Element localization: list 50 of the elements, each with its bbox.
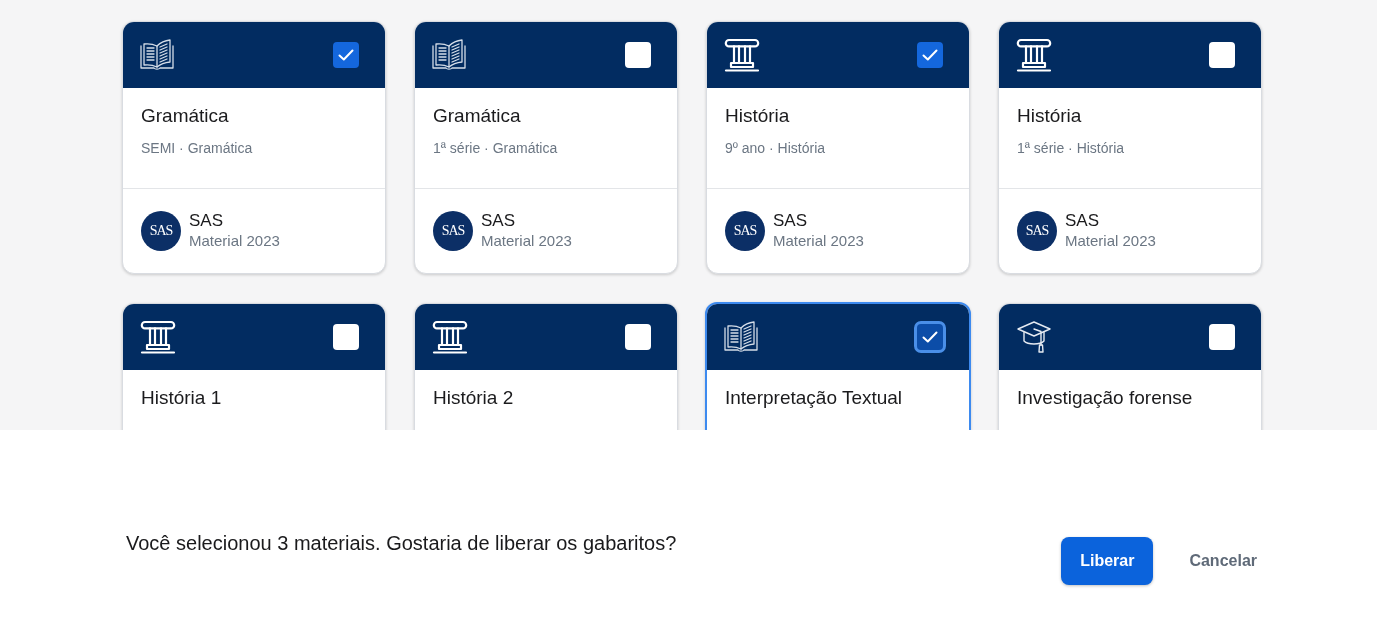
publisher-name: SAS <box>189 210 225 231</box>
checkbox[interactable] <box>917 42 943 68</box>
publisher-name: SAS <box>1065 210 1101 231</box>
card-subtitle: SEMI · Gramática <box>141 139 254 157</box>
card-title: Gramática <box>433 105 522 127</box>
publisher-logo: SAS <box>1017 210 1057 251</box>
cancel-button[interactable]: Cancelar <box>1189 537 1257 585</box>
checkbox[interactable] <box>333 324 359 350</box>
graduation-cap-icon <box>1016 320 1052 354</box>
card-title: História 2 <box>433 387 515 409</box>
pillar-icon <box>432 319 468 355</box>
material-label: Material 2023 <box>1065 231 1156 251</box>
check-icon <box>338 49 354 61</box>
material-card[interactable]: Interpretação Textual <box>705 302 971 430</box>
card-title: Interpretação Textual <box>725 387 904 409</box>
card-title: História <box>725 105 791 127</box>
card-title: História <box>1017 105 1083 127</box>
material-card[interactable]: História 2 <box>414 303 678 430</box>
checkbox[interactable] <box>333 42 359 68</box>
publisher-name: SAS <box>481 210 517 231</box>
material-card[interactable]: História 1 <box>122 303 386 430</box>
checkbox[interactable] <box>1209 42 1235 68</box>
material-label: Material 2023 <box>189 231 280 251</box>
material-label: Material 2023 <box>773 231 864 251</box>
release-button[interactable]: Liberar <box>1061 537 1154 585</box>
card-title: Gramática <box>141 105 230 127</box>
book-icon <box>140 39 174 71</box>
card-title: História 1 <box>141 387 223 409</box>
card-title: Investigação forense <box>1017 387 1194 409</box>
material-label: Material 2023 <box>481 231 572 251</box>
card-subtitle: 9º ano · História <box>725 139 827 157</box>
pillar-icon <box>724 37 760 73</box>
publisher-name: SAS <box>773 210 809 231</box>
book-icon <box>432 39 466 71</box>
material-card[interactable]: Investigação forense <box>998 303 1262 430</box>
check-icon <box>922 49 938 61</box>
publisher-logo: SAS <box>725 210 765 251</box>
pillar-icon <box>1016 37 1052 73</box>
publisher-logo: SAS <box>141 210 181 251</box>
checkbox[interactable] <box>1209 324 1235 350</box>
check-icon <box>922 331 938 343</box>
card-subtitle: 1ª série · História <box>1017 139 1126 157</box>
book-icon <box>724 321 758 353</box>
checkbox[interactable] <box>625 42 651 68</box>
pillar-icon <box>140 319 176 355</box>
card-subtitle: 1ª série · Gramática <box>433 139 559 157</box>
checkbox[interactable] <box>914 321 946 353</box>
selection-message: Você selecionou 3 materiais. Gostaria de liberar os gabaritos? <box>126 531 677 555</box>
publisher-logo: SAS <box>433 210 473 251</box>
checkbox[interactable] <box>625 324 651 350</box>
